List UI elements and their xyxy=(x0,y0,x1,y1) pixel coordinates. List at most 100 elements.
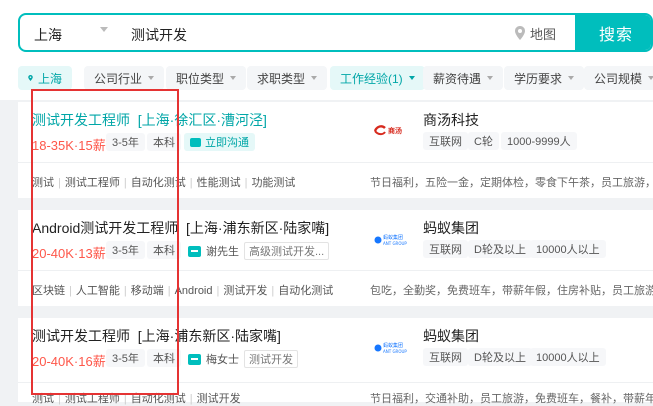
job-location: [上海·浦东新区·陆家嘴] xyxy=(137,328,281,344)
filter-company-size[interactable]: 公司规模 xyxy=(584,66,653,90)
job-title: 测试开发工程师 xyxy=(32,112,130,128)
skill-tag: Android xyxy=(174,285,213,297)
chevron-down-icon xyxy=(648,76,653,80)
job-card[interactable]: Android测试开发工程师 [上海·浦东新区·陆家嘴] 20-40K·13薪 … xyxy=(18,210,653,306)
job-title-link[interactable]: 测试开发工程师 [上海·浦东新区·陆家嘴] xyxy=(32,326,281,346)
chat-bubble-icon xyxy=(190,137,201,147)
company-industry: 互联网 xyxy=(423,348,468,366)
search-header: 上海 测试开发 地图 搜索 上海 公司行业 职位类型 求职类型 工作经验(1) … xyxy=(0,0,653,100)
job-title-link[interactable]: 测试开发工程师 [上海·徐汇区·漕河泾] xyxy=(32,110,267,130)
skill-tag: 自动化测试 xyxy=(278,285,334,297)
skill-tags: 区块链 | 人工智能 | 移动端 | Android | 测试开发 | 自动化测试 xyxy=(32,285,334,297)
divider xyxy=(18,270,653,271)
map-pin-icon xyxy=(515,26,525,40)
skill-tag: 自动化测试 xyxy=(130,177,186,189)
filter-location[interactable]: 上海 xyxy=(18,66,72,90)
filter-job-type-label: 职位类型 xyxy=(176,71,225,86)
filter-seek-type[interactable]: 求职类型 xyxy=(247,66,328,90)
job-education: 本科 xyxy=(147,241,181,259)
location-pin-icon xyxy=(28,75,33,81)
recruiter-info: 谢先生 高级测试开发... xyxy=(188,242,330,260)
svg-text:商汤: 商汤 xyxy=(388,126,402,135)
ant-group-logo-icon: 蚂蚁集团ANT GROUP xyxy=(374,234,407,246)
company-name[interactable]: 蚂蚁集团 xyxy=(423,326,479,346)
skill-tag: 测试开发 xyxy=(196,393,241,405)
filter-location-label: 上海 xyxy=(37,71,62,86)
job-title-link[interactable]: Android测试开发工程师 [上海·浦东新区·陆家嘴] xyxy=(32,218,329,238)
welfare-text: 节日福利，交通补助，员工旅游，免费班车，餐补，带薪年... xyxy=(370,393,653,405)
skill-tag: 功能测试 xyxy=(251,177,296,189)
welfare-text: 包吃，全勤奖，免费班车，带薪年假，住房补贴，员工旅游... xyxy=(370,285,653,297)
filter-job-type[interactable]: 职位类型 xyxy=(166,66,247,90)
filter-seek-type-label: 求职类型 xyxy=(257,71,306,86)
chevron-down-icon xyxy=(408,76,415,80)
svg-text:蚂蚁集团: 蚂蚁集团 xyxy=(383,234,403,241)
filter-experience-label: 工作经验(1) xyxy=(340,71,403,86)
job-card[interactable]: 测试开发工程师 [上海·徐汇区·漕河泾] 18-35K·15薪 3-5年 本科 … xyxy=(18,102,653,198)
search-bar: 上海 测试开发 地图 搜索 xyxy=(18,13,653,52)
company-industry: 互联网 xyxy=(423,240,468,258)
svg-text:ANT GROUP: ANT GROUP xyxy=(383,349,407,354)
job-education: 本科 xyxy=(147,133,181,151)
skill-tag: 移动端 xyxy=(130,285,164,297)
company-size: 10000人以上 xyxy=(530,240,606,258)
ant-group-logo-icon: 蚂蚁集团ANT GROUP xyxy=(374,342,407,354)
chevron-down-icon[interactable] xyxy=(100,27,108,32)
chevron-down-icon xyxy=(230,76,237,80)
search-button[interactable]: 搜索 xyxy=(575,15,651,50)
company-name[interactable]: 商汤科技 xyxy=(423,110,479,130)
svg-text:蚂蚁集团: 蚂蚁集团 xyxy=(383,342,403,349)
chevron-down-icon xyxy=(487,76,494,80)
chat-bubble-icon xyxy=(188,353,201,365)
filter-salary[interactable]: 薪资待遇 xyxy=(423,66,504,90)
chat-now-label: 立即沟通 xyxy=(205,137,249,149)
chat-now-button[interactable]: 立即沟通 xyxy=(184,133,255,151)
company-stage: D轮及以上 xyxy=(468,240,532,258)
search-input[interactable]: 测试开发 xyxy=(131,25,187,45)
skill-tag: 测试 xyxy=(32,393,54,405)
filter-industry[interactable]: 公司行业 xyxy=(84,66,165,90)
divider xyxy=(18,162,653,163)
company-logo[interactable]: 蚂蚁集团 ANT GROUP xyxy=(374,338,410,358)
job-salary: 18-35K·15薪 xyxy=(32,138,106,153)
job-title: Android测试开发工程师 xyxy=(32,220,179,236)
job-location: [上海·浦东新区·陆家嘴] xyxy=(186,220,330,236)
city-select[interactable]: 上海 xyxy=(34,25,62,45)
map-button[interactable]: 地图 xyxy=(514,23,556,43)
divider xyxy=(18,382,653,383)
job-experience: 3-5年 xyxy=(106,133,145,151)
skill-tags: 测试 | 测试工程师 | 自动化测试 | 性能测试 | 功能测试 xyxy=(32,177,296,189)
chevron-down-icon xyxy=(311,76,318,80)
job-location: [上海·徐汇区·漕河泾] xyxy=(137,112,267,128)
company-logo[interactable]: 蚂蚁集团 ANT GROUP xyxy=(374,230,410,250)
filter-company-size-label: 公司规模 xyxy=(594,71,643,86)
job-experience: 3-5年 xyxy=(106,349,145,367)
company-industry: 互联网 xyxy=(423,132,468,150)
filter-industry-label: 公司行业 xyxy=(94,71,143,86)
skill-tag: 测试工程师 xyxy=(64,177,120,189)
company-size: 1000-9999人 xyxy=(501,132,577,150)
welfare-text: 节日福利，五险一金，定期体检，零食下午茶，员工旅游，... xyxy=(370,177,653,189)
company-stage: D轮及以上 xyxy=(468,348,532,366)
filter-education[interactable]: 学历要求 xyxy=(504,66,585,90)
svg-text:ANT GROUP: ANT GROUP xyxy=(383,241,407,246)
map-label: 地图 xyxy=(530,26,557,42)
company-name[interactable]: 蚂蚁集团 xyxy=(423,218,479,238)
chevron-down-icon xyxy=(568,76,575,80)
chevron-down-icon xyxy=(148,76,155,80)
job-card[interactable]: 测试开发工程师 [上海·浦东新区·陆家嘴] 20-40K·16薪 3-5年 本科… xyxy=(18,318,653,405)
filter-education-label: 学历要求 xyxy=(514,71,563,86)
job-title: 测试开发工程师 xyxy=(32,328,130,344)
chat-bubble-icon xyxy=(188,245,201,257)
sensetime-logo-icon: 商汤 xyxy=(374,125,402,136)
recruiter-title: 测试开发 xyxy=(244,350,298,368)
company-stage: C轮 xyxy=(468,132,499,150)
skill-tag: 测试开发 xyxy=(223,285,268,297)
skill-tag: 自动化测试 xyxy=(130,393,186,405)
skill-tags: 测试 | 测试工程师 | 自动化测试 | 测试开发 xyxy=(32,393,241,405)
filter-experience[interactable]: 工作经验(1) xyxy=(330,66,425,90)
job-salary: 20-40K·16薪 xyxy=(32,354,106,369)
job-education: 本科 xyxy=(147,349,181,367)
company-logo[interactable]: 商汤 xyxy=(374,120,410,140)
skill-tag: 测试工程师 xyxy=(64,393,120,405)
